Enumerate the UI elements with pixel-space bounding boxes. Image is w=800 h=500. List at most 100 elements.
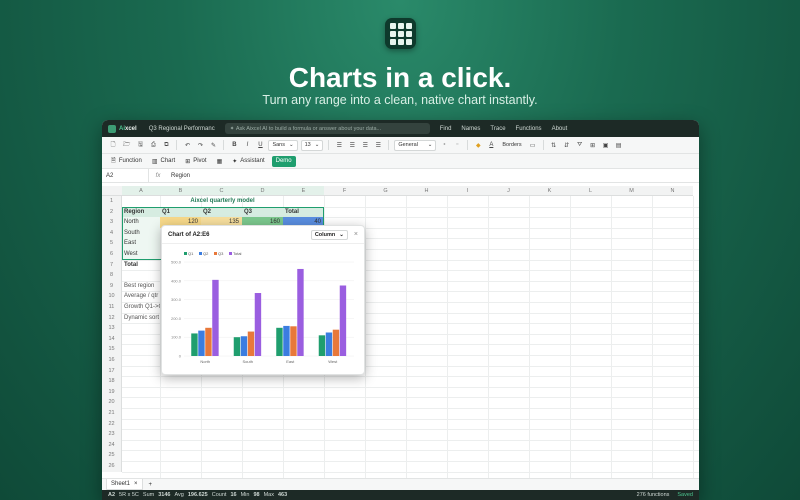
number-format-select[interactable]: General ⌄ [394, 139, 437, 151]
row-header-19[interactable]: 19 [102, 386, 122, 398]
header-cell[interactable]: Region [122, 206, 160, 218]
row-header-21[interactable]: 21 [102, 408, 122, 419]
row-header-16[interactable]: 16 [102, 355, 122, 366]
label-cell[interactable]: Best region [122, 281, 160, 292]
export-icon[interactable]: ⎙ [148, 140, 158, 151]
new-file-icon[interactable]: 🗋 [108, 140, 118, 151]
row-header-12[interactable]: 12 [102, 312, 122, 324]
row-header-15[interactable]: 15 [102, 344, 122, 355]
close-icon[interactable]: × [354, 231, 358, 238]
column-header-d[interactable]: D [242, 186, 283, 196]
row-header-22[interactable]: 22 [102, 418, 122, 430]
assistant-button[interactable]: ✦ Assistant [229, 156, 267, 167]
sheet-tab[interactable]: Sheet1 × [106, 479, 143, 490]
label-cell[interactable]: Growth Q1->Q3 [122, 302, 160, 313]
header-cell[interactable]: Q1 [160, 206, 201, 218]
chart-button[interactable]: ▥ Chart [149, 156, 178, 167]
pivot-button[interactable]: ⊞ Pivot [182, 156, 209, 167]
column-header-c[interactable]: C [201, 186, 242, 196]
row-header-7[interactable]: 7 [102, 259, 122, 271]
align-left-icon[interactable]: ☰ [334, 140, 344, 151]
row-header-20[interactable]: 20 [102, 397, 122, 408]
row-header-2[interactable]: 2 [102, 206, 122, 218]
table-button[interactable]: ▦ [214, 156, 226, 167]
header-cell[interactable]: Q3 [242, 206, 283, 218]
row-header-13[interactable]: 13 [102, 323, 122, 334]
align-justify-icon[interactable]: ☰ [373, 140, 383, 151]
chart-type-select[interactable]: Column ⌄ [310, 229, 348, 240]
row-header-17[interactable]: 17 [102, 365, 122, 377]
row-header-11[interactable]: 11 [102, 302, 122, 313]
region-cell[interactable]: West [122, 249, 160, 260]
image-icon[interactable]: ▤ [614, 140, 624, 151]
font-select[interactable]: Sans ⌄ [268, 139, 298, 151]
row-header-23[interactable]: 23 [102, 429, 122, 440]
save-icon[interactable]: 🖫 [135, 140, 145, 151]
comment-icon[interactable]: ▣ [601, 140, 611, 151]
row-header-18[interactable]: 18 [102, 376, 122, 387]
align-center-icon[interactable]: ☰ [347, 140, 357, 151]
select-all-corner[interactable] [102, 186, 122, 196]
row-header-14[interactable]: 14 [102, 333, 122, 345]
column-header-m[interactable]: M [611, 186, 652, 196]
row-header-25[interactable]: 25 [102, 450, 122, 461]
filter-icon[interactable]: ⛛ [575, 140, 585, 151]
sort-desc-icon[interactable]: ⇵ [562, 140, 572, 151]
align-right-icon[interactable]: ☰ [360, 140, 370, 151]
paint-format-icon[interactable]: ✎ [208, 140, 218, 151]
column-header-h[interactable]: H [406, 186, 447, 196]
column-header-f[interactable]: F [324, 186, 365, 196]
sort-asc-icon[interactable]: ⇅ [549, 140, 559, 151]
bold-button[interactable]: B [229, 140, 239, 151]
menu-about[interactable]: About [552, 126, 568, 132]
column-header-a[interactable]: A [122, 186, 160, 196]
total-label[interactable]: Total [122, 260, 160, 271]
column-header-e[interactable]: E [283, 186, 324, 196]
name-box[interactable]: A2 [102, 168, 149, 183]
label-cell[interactable]: Average / qtr [122, 291, 160, 302]
ask-ai-input[interactable]: ✦ Ask Aixcel AI to build a formula or an… [224, 123, 430, 134]
header-cell[interactable]: Total [283, 206, 324, 218]
decimal-decrease-icon[interactable]: ⁻ [452, 140, 462, 151]
region-cell[interactable]: North [122, 217, 160, 228]
column-header-g[interactable]: G [365, 186, 406, 196]
row-header-9[interactable]: 9 [102, 280, 122, 292]
text-color-icon[interactable]: A [486, 140, 496, 151]
row-header-3[interactable]: 3 [102, 217, 122, 228]
chart-popup[interactable]: Chart of A2:E6 Column ⌄ × Q1 Q2 Q3 Total 0 100… [161, 225, 365, 375]
row-header-10[interactable]: 10 [102, 291, 122, 302]
menu-trace[interactable]: Trace [490, 126, 505, 132]
menu-names[interactable]: Names [461, 126, 480, 132]
font-size-select[interactable]: 13 ⌄ [300, 139, 324, 151]
column-header-k[interactable]: K [529, 186, 570, 196]
column-header-j[interactable]: J [488, 186, 529, 196]
column-header-b[interactable]: B [160, 186, 201, 196]
row-header-1[interactable]: 1 [102, 196, 122, 207]
column-header-l[interactable]: L [570, 186, 611, 196]
redo-icon[interactable]: ↷ [195, 140, 205, 151]
function-button[interactable]: 🗎 Function [108, 156, 145, 167]
copy-icon[interactable]: ⧉ [161, 140, 171, 151]
fill-color-icon[interactable]: ◆ [473, 140, 483, 151]
sheet-title-cell[interactable]: Aixcel quarterly model [160, 196, 283, 207]
open-file-icon[interactable]: 🗁 [121, 140, 132, 151]
header-cell[interactable]: Q2 [201, 206, 242, 218]
region-cell[interactable]: East [122, 238, 160, 249]
undo-icon[interactable]: ↶ [182, 140, 192, 151]
row-header-24[interactable]: 24 [102, 439, 122, 451]
column-header-i[interactable]: I [447, 186, 488, 196]
label-cell[interactable]: Dynamic sort [122, 313, 160, 324]
row-header-4[interactable]: 4 [102, 227, 122, 239]
formula-input[interactable]: Region [167, 173, 190, 179]
region-cell[interactable]: South [122, 227, 160, 239]
decimal-increase-icon[interactable]: ⁺ [439, 140, 449, 151]
column-header-n[interactable]: N [652, 186, 693, 196]
underline-button[interactable]: U [255, 140, 265, 151]
merge-icon[interactable]: ▭ [528, 140, 538, 151]
row-header-5[interactable]: 5 [102, 238, 122, 249]
menu-find[interactable]: Find [440, 126, 452, 132]
borders-select[interactable]: Borders [499, 140, 524, 151]
row-header-26[interactable]: 26 [102, 461, 122, 472]
italic-button[interactable]: I [242, 140, 252, 151]
row-header-6[interactable]: 6 [102, 249, 122, 260]
